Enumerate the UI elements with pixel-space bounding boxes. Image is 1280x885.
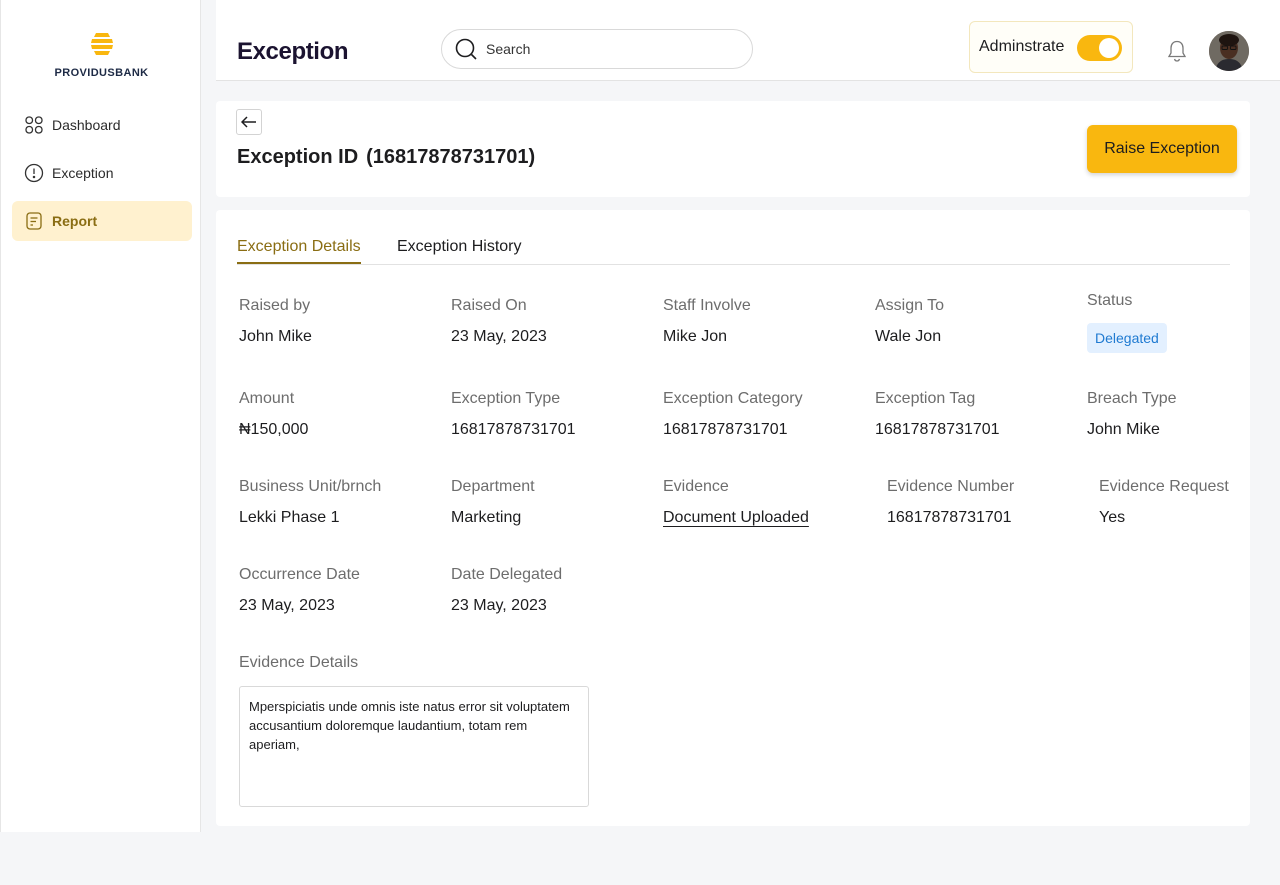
- field-exception-category: Exception Category 16817878731701: [663, 390, 803, 439]
- field-label: Exception Category: [663, 390, 803, 407]
- field-label: Staff Involve: [663, 297, 751, 314]
- brand-name: PROVIDUSBANK: [54, 67, 149, 79]
- administrate-toggle[interactable]: [1077, 35, 1122, 61]
- field-date-delegated: Date Delegated 23 May, 2023: [451, 566, 562, 615]
- exception-id-card: Exception ID (16817878731701) Raise Excep…: [216, 101, 1250, 197]
- field-label: Raised by: [239, 297, 311, 314]
- tab-bar: Exception Details Exception History: [237, 238, 1230, 265]
- field-exception-type: Exception Type 16817878731701: [451, 390, 576, 439]
- arrow-left-icon: [241, 116, 256, 128]
- search-icon: [455, 38, 477, 60]
- field-label: Evidence Number: [887, 478, 1015, 495]
- field-amount: Amount ₦150,000: [239, 390, 308, 439]
- dashboard-grid-icon: [25, 116, 43, 134]
- field-assign-to: Assign To Wale Jon: [875, 297, 944, 346]
- field-value: Wale Jon: [875, 328, 942, 345]
- field-raised-by: Raised by John Mike: [239, 297, 312, 346]
- notification-bell-icon[interactable]: [1166, 39, 1188, 63]
- status-badge: Delegated: [1087, 323, 1167, 353]
- exception-details-card: Exception Details Exception History Rais…: [216, 210, 1250, 826]
- field-value: 16817878731701: [451, 421, 576, 438]
- search-bar[interactable]: [441, 29, 753, 69]
- field-label: Exception Tag: [875, 390, 976, 407]
- field-raised-on: Raised On 23 May, 2023: [451, 297, 547, 346]
- field-label: Business Unit/brnch: [239, 478, 382, 495]
- field-value: Marketing: [451, 509, 522, 526]
- sidebar-item-label: Report: [52, 213, 98, 229]
- field-value: 16817878731701: [875, 421, 1000, 438]
- back-button[interactable]: [236, 109, 262, 135]
- field-value: John Mike: [1087, 421, 1160, 438]
- field-value: 23 May, 2023: [451, 597, 547, 614]
- avatar-portrait-icon: [1209, 31, 1249, 71]
- exception-id-label: Exception ID: [237, 146, 359, 168]
- page-title: Exception: [237, 38, 349, 65]
- sidebar: PROVIDUSBANK Dashboard Exception Report: [0, 0, 201, 832]
- field-label: Evidence Details: [239, 654, 359, 671]
- top-header: Exception Adminstrate: [216, 0, 1280, 81]
- field-label: Raised On: [451, 297, 527, 314]
- field-evidence-request: Evidence Request Yes: [1099, 478, 1229, 527]
- tab-exception-history[interactable]: Exception History: [397, 238, 522, 262]
- sidebar-item-exception[interactable]: Exception: [12, 153, 192, 193]
- field-evidence-number: Evidence Number 16817878731701: [887, 478, 1014, 527]
- field-evidence: Evidence Document Uploaded: [663, 478, 809, 527]
- field-label: Occurrence Date: [239, 566, 360, 583]
- sidebar-item-dashboard[interactable]: Dashboard: [12, 105, 192, 145]
- field-staff-involve: Staff Involve Mike Jon: [663, 297, 751, 346]
- field-evidence-details: Evidence Details: [239, 654, 358, 672]
- sidebar-item-label: Dashboard: [52, 117, 121, 133]
- field-exception-tag: Exception Tag 16817878731701: [875, 390, 1000, 439]
- exception-id-heading: Exception ID (16817878731701): [237, 146, 535, 169]
- field-value: 23 May, 2023: [451, 328, 547, 345]
- raise-exception-button[interactable]: Raise Exception: [1087, 125, 1237, 173]
- field-label: Evidence Request: [1099, 478, 1229, 495]
- field-value: 16817878731701: [663, 421, 788, 438]
- search-input[interactable]: [486, 41, 726, 57]
- field-label: Date Delegated: [451, 566, 563, 583]
- field-label: Status: [1087, 292, 1133, 309]
- field-label: Evidence: [663, 478, 729, 495]
- field-value: ₦150,000: [239, 421, 309, 438]
- field-label: Department: [451, 478, 535, 495]
- tab-exception-details[interactable]: Exception Details: [237, 238, 361, 264]
- field-value: 23 May, 2023: [239, 597, 335, 614]
- field-breach-type: Breach Type John Mike: [1087, 390, 1177, 439]
- field-label: Assign To: [875, 297, 945, 314]
- administrate-panel: Adminstrate: [969, 21, 1133, 73]
- field-department: Department Marketing: [451, 478, 535, 527]
- administrate-label: Adminstrate: [979, 38, 1065, 55]
- field-label: Exception Type: [451, 390, 561, 407]
- providus-logo-icon: [90, 33, 113, 55]
- sidebar-item-report[interactable]: Report: [12, 201, 192, 241]
- field-value: Yes: [1099, 509, 1126, 526]
- field-value: 16817878731701: [887, 509, 1012, 526]
- field-value: John Mike: [239, 328, 312, 345]
- report-document-icon: [26, 212, 42, 230]
- field-value: Mike Jon: [663, 328, 728, 345]
- user-avatar[interactable]: [1209, 31, 1249, 71]
- sidebar-item-label: Exception: [52, 165, 114, 181]
- exception-id-value: (16817878731701): [366, 146, 536, 168]
- alert-circle-icon: [24, 163, 44, 183]
- field-label: Breach Type: [1087, 390, 1177, 407]
- field-status: Status Delegated: [1087, 292, 1167, 353]
- evidence-document-link[interactable]: Document Uploaded: [663, 509, 809, 527]
- field-value: Lekki Phase 1: [239, 509, 340, 526]
- evidence-details-textarea[interactable]: Mperspiciatis unde omnis iste natus erro…: [239, 686, 589, 807]
- field-label: Amount: [239, 390, 295, 407]
- field-business-unit: Business Unit/brnch Lekki Phase 1: [239, 478, 381, 527]
- brand-logo[interactable]: PROVIDUSBANK: [1, 30, 202, 79]
- field-occurrence-date: Occurrence Date 23 May, 2023: [239, 566, 360, 615]
